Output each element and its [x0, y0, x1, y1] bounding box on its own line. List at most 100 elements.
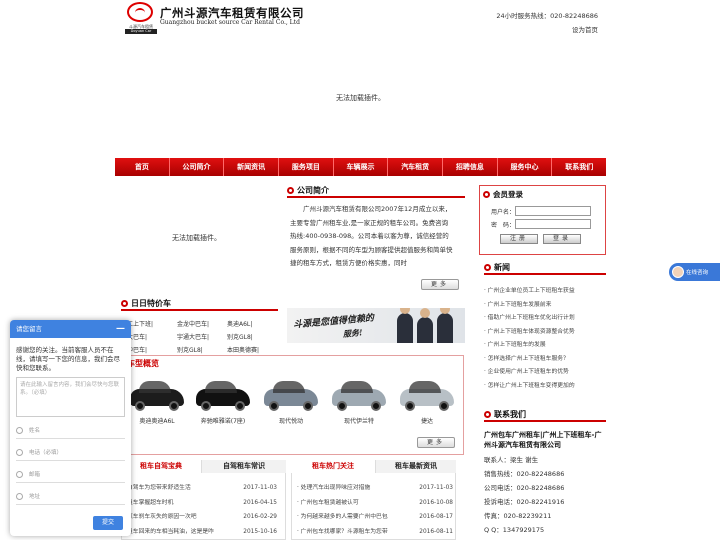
- list-item[interactable]: · 处理汽车出现异味应对措施 2017-11-03: [297, 481, 453, 496]
- car-photo[interactable]: [127, 376, 187, 414]
- contact-title-text: 联系我们: [494, 409, 526, 419]
- login-button[interactable]: 登录: [543, 234, 581, 244]
- contact-company-name: 广州包车广州租车|广州上下班租车-广州斗源汽车租赁有限公司: [484, 431, 602, 449]
- phone-icon: [16, 449, 23, 456]
- contact-title: 联系我们: [484, 408, 606, 422]
- special-car-link[interactable]: 工上下班|: [127, 318, 177, 331]
- left-flash-placeholder: 无法加载插件。: [172, 233, 221, 242]
- wheel-icon: [201, 401, 211, 411]
- submit-button[interactable]: 提交: [93, 516, 123, 530]
- car-photo[interactable]: [193, 376, 253, 414]
- nav-item[interactable]: 汽车租赁: [388, 158, 444, 176]
- email-icon: [16, 471, 23, 478]
- car-model-label[interactable]: 奔驰唯雅诺(7座): [193, 416, 253, 425]
- tab-hot-topics[interactable]: 租车热门关注: [291, 460, 375, 473]
- special-car-link[interactable]: 大巴车|: [127, 331, 177, 344]
- car-model-label[interactable]: 现代伊兰特: [329, 416, 389, 425]
- username-input[interactable]: [515, 206, 591, 216]
- list-item-title: · 广州包车找哪家？斗源租车为您带: [297, 528, 388, 535]
- list-item-title: 汽车刹车灰失的原因一次吧: [127, 514, 197, 520]
- news-item[interactable]: · 广州上下班租车体现资源整合优势: [484, 326, 606, 340]
- nav-item[interactable]: 首页: [115, 158, 170, 176]
- list-item-date: 2016-04-15: [243, 499, 277, 506]
- nav-item[interactable]: 联系我们: [552, 158, 606, 176]
- company-intro-title: 公司简介: [287, 184, 465, 198]
- car-roof: [273, 381, 305, 393]
- page-container: 斗源汽车租赁 Doyuan Car Rental 广州斗源汽车租赁有限公司 Gu…: [115, 0, 606, 540]
- nav-item[interactable]: 招聘信息: [443, 158, 498, 176]
- car-model-label[interactable]: 奥迪奥迪A6L: [127, 416, 187, 425]
- username-label: 用户名：: [491, 209, 516, 216]
- news-item[interactable]: · 怎样让广州上下班租车变得更加的: [484, 380, 606, 394]
- list-item-date: 2017-11-03: [243, 485, 277, 491]
- wheel-icon: [405, 401, 415, 411]
- models-more-button[interactable]: 更多: [417, 437, 455, 448]
- special-car-link[interactable]: 宇通大巴车|: [177, 331, 227, 344]
- online-consult-button[interactable]: 在线咨询: [669, 263, 720, 281]
- tab-self-drive-knowledge[interactable]: 自驾租车常识: [201, 460, 286, 473]
- special-car-link[interactable]: 别克GL8|: [227, 331, 277, 344]
- news-item[interactable]: · 广州企业单位员工上下班租车获益: [484, 285, 606, 299]
- chat-title: 请您留言: [16, 325, 42, 333]
- hot-topics-list: · 处理汽车出现异味应对措施 2017-11-03 · 广州包车租赁越被认可 2016…: [297, 481, 453, 539]
- list-item[interactable]: 自驾车为您带来舒适生活 2017-11-03: [127, 481, 277, 496]
- list-item[interactable]: · 广州包车找哪家？斗源租车为您带 2016-08-11: [297, 525, 453, 540]
- car-photo[interactable]: [329, 376, 389, 414]
- bullet-icon: [121, 299, 128, 307]
- chat-field-placeholder: 电话（必填）: [29, 449, 63, 456]
- online-consult-label: 在线咨询: [686, 270, 709, 276]
- news-title-text: 新闻: [494, 262, 510, 272]
- news-item[interactable]: · 怎样选择广州上下班租车服务？: [484, 353, 606, 367]
- wheel-icon: [439, 401, 449, 411]
- nav-item[interactable]: 服务项目: [279, 158, 334, 176]
- list-item[interactable]: 租车掌握超车时机 2016-04-15: [127, 496, 277, 511]
- flash-banner-placeholder: 无法加载插件。: [336, 93, 385, 102]
- nav-item[interactable]: 车辆展示: [334, 158, 389, 176]
- banner-slogan-2: 服务!: [342, 327, 363, 339]
- person-figure: [397, 308, 413, 343]
- chat-input-field[interactable]: 电话（必填）: [16, 445, 125, 461]
- car-model-label[interactable]: 捷达: [397, 416, 457, 425]
- list-item[interactable]: · 为何越来越多的人需要广州中巴包 2016-08-17: [297, 510, 453, 525]
- car-photo[interactable]: [397, 376, 457, 414]
- company-logo[interactable]: 斗源汽车租赁 Doyuan Car Rental: [125, 2, 157, 38]
- chat-input-field[interactable]: 邮箱: [16, 467, 125, 483]
- list-item[interactable]: 汽车刹车灰失的原因一次吧 2016-02-29: [127, 510, 277, 525]
- car-model-label[interactable]: 现代悦动: [261, 416, 321, 425]
- chat-field-placeholder: 邮箱: [29, 471, 41, 478]
- news-item[interactable]: · 广州上下班租车发展前来: [484, 299, 606, 313]
- service-banner: 斗源是您值得信赖的 服务!: [287, 308, 465, 343]
- password-label: 密 码：: [491, 222, 516, 229]
- special-cars-row: 大巴车| 宇通大巴车| 别克GL8|: [127, 331, 277, 344]
- list-item-date: 2017-11-03: [419, 485, 453, 491]
- password-input[interactable]: [515, 219, 591, 229]
- message-textarea[interactable]: 请在此输入留言内容，我们会尽快与您联系。（必填）: [16, 377, 125, 417]
- chat-input-field[interactable]: 姓名: [16, 423, 125, 439]
- set-homepage-link[interactable]: 设为首页: [572, 24, 598, 34]
- news-list: · 广州企业单位员工上下班租车获益 · 广州上下班租车发展前来 · 借助广州上下班租…: [484, 285, 606, 393]
- list-item[interactable]: · 广州包车租赁越被认可 2016-10-08: [297, 496, 453, 511]
- news-item[interactable]: · 广州上下班租车的发展: [484, 339, 606, 353]
- tab-latest-news[interactable]: 租车最新资讯: [375, 460, 456, 473]
- register-button[interactable]: 注册: [500, 234, 538, 244]
- chat-input-field[interactable]: 地址: [16, 489, 125, 505]
- service-hotline: 24小时服务热线：020-82248686: [496, 12, 598, 20]
- nav-item[interactable]: 新闻资讯: [224, 158, 280, 176]
- special-car-link[interactable]: 奥迪A6L|: [227, 318, 277, 331]
- minimize-icon[interactable]: —: [116, 320, 125, 338]
- nav-item[interactable]: 公司简介: [170, 158, 225, 176]
- news-item[interactable]: · 企业使用广州上下班租车的优势: [484, 366, 606, 380]
- list-item-title: · 为何越来越多的人需要广州中巴包: [297, 514, 388, 520]
- special-cars-title: 日日特价车: [121, 297, 278, 311]
- list-item-title: 租车掌握超车时机: [127, 499, 174, 506]
- list-item[interactable]: 租车回来的车相当耗油，这是是咋 2015-10-16: [127, 525, 277, 540]
- nav-item[interactable]: 服务中心: [498, 158, 553, 176]
- list-item-date: 2016-08-17: [419, 514, 453, 520]
- car-photo[interactable]: [261, 376, 321, 414]
- intro-more-button[interactable]: 更多: [421, 279, 459, 290]
- tab-self-drive-guide[interactable]: 租车自驾宝典: [121, 460, 201, 473]
- news-item[interactable]: · 借助广州上下班租车优化出行计划: [484, 312, 606, 326]
- car-roof: [409, 381, 441, 393]
- car-roof: [205, 381, 237, 393]
- special-car-link[interactable]: 金龙中巴车|: [177, 318, 227, 331]
